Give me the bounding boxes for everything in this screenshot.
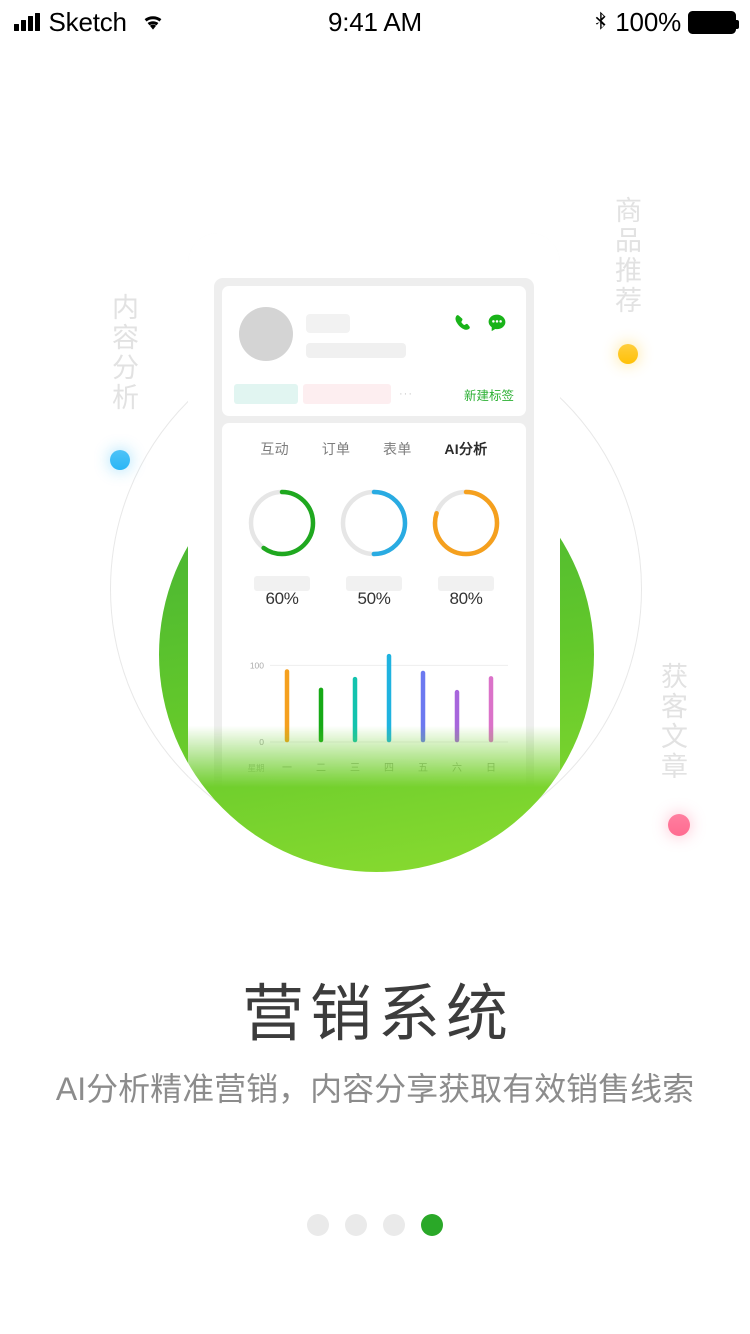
tab-interaction[interactable]: 互动: [260, 439, 289, 459]
gauge-green-value: 60%: [265, 589, 299, 608]
analytics-panel: 互动 订单 表单 AI分析 60% 50% 80% 0 100 一 二 三 四 …: [222, 423, 526, 793]
side-label-content-analysis: 内容分析: [108, 293, 138, 413]
more-tags-icon[interactable]: ···: [399, 388, 413, 400]
svg-text:一: 一: [282, 763, 292, 774]
hero-illustration: 内容分析 商品推荐 获客文章 ··· 新建标签 互动 订单 表单 AI分析 60…: [0, 0, 750, 930]
contact-actions: [454, 313, 507, 333]
contact-card: ··· 新建标签: [222, 286, 526, 416]
tag-chip-cyan[interactable]: [234, 384, 298, 404]
accent-dot-pink: [668, 814, 690, 836]
tag-chip-pink[interactable]: [303, 384, 391, 404]
svg-text:日: 日: [486, 763, 496, 774]
donut-chart-blue: [340, 489, 408, 557]
phone-screen: ··· 新建标签 互动 订单 表单 AI分析 60% 50% 80% 0 100…: [214, 278, 534, 793]
chat-icon[interactable]: [487, 313, 507, 333]
side-label-product-recommendation: 商品推荐: [611, 196, 641, 316]
bar-chart-svg: 0 100 一 二 三 四 五 六 日 星期: [247, 653, 508, 774]
svg-text:四: 四: [384, 763, 394, 774]
svg-text:100: 100: [250, 660, 264, 670]
accent-dot-yellow: [618, 344, 638, 364]
phone-mockup: ··· 新建标签 互动 订单 表单 AI分析 60% 50% 80% 0 100…: [188, 233, 560, 793]
status-bar-right: 100%: [594, 6, 739, 38]
accent-dot-blue: [110, 450, 130, 470]
pagination-dot-4[interactable]: [421, 1214, 443, 1236]
weekly-bar-chart: 0 100 一 二 三 四 五 六 日 星期: [222, 638, 526, 783]
gauge-orange-value: 80%: [449, 589, 483, 608]
battery-icon: [688, 10, 739, 34]
svg-text:五: 五: [418, 763, 428, 774]
panel-tabs: 互动 订单 表单 AI分析: [222, 439, 526, 459]
avatar: [239, 307, 293, 361]
donut-chart-orange: [432, 489, 500, 557]
pagination-dot-3[interactable]: [383, 1214, 405, 1236]
gauge-row: 60% 50% 80%: [222, 485, 526, 608]
page-subtitle: AI分析精准营销，内容分享获取有效销售线索: [55, 1071, 695, 1107]
donut-chart-green: [248, 489, 316, 557]
contact-name-placeholder: [306, 314, 350, 333]
side-label-customer-article: 获客文章: [657, 662, 687, 782]
tab-orders[interactable]: 订单: [322, 439, 351, 459]
tag-row: ··· 新建标签: [234, 384, 514, 404]
battery-percent-label: 100%: [615, 6, 681, 37]
pagination-dot-1[interactable]: [307, 1214, 329, 1236]
svg-text:六: 六: [452, 762, 462, 774]
call-icon[interactable]: [454, 314, 472, 332]
contact-detail-placeholder: [306, 343, 406, 358]
pagination-dot-2[interactable]: [345, 1214, 367, 1236]
new-tag-button[interactable]: 新建标签: [464, 385, 514, 404]
gauge-green: 60%: [244, 485, 320, 608]
bluetooth-icon: [596, 11, 606, 30]
status-bar: Sketch 9:41 AM 100%: [0, 0, 750, 44]
gauge-blue-value: 50%: [357, 589, 391, 608]
page-title: 营销系统: [241, 980, 514, 1049]
tab-ai-analysis[interactable]: AI分析: [444, 439, 487, 459]
gauge-orange: 80%: [428, 485, 504, 608]
pagination-dots: [0, 1214, 750, 1236]
svg-text:三: 三: [350, 763, 360, 774]
onboarding-screen: Sketch 9:41 AM 100% 内容分析 商品推荐 获客文章 ··· 新…: [0, 0, 750, 1334]
gauge-blue: 50%: [336, 485, 412, 608]
svg-text:二: 二: [316, 763, 326, 774]
svg-text:星期: 星期: [247, 763, 264, 773]
tab-forms[interactable]: 表单: [383, 439, 412, 459]
svg-text:0: 0: [259, 737, 264, 747]
